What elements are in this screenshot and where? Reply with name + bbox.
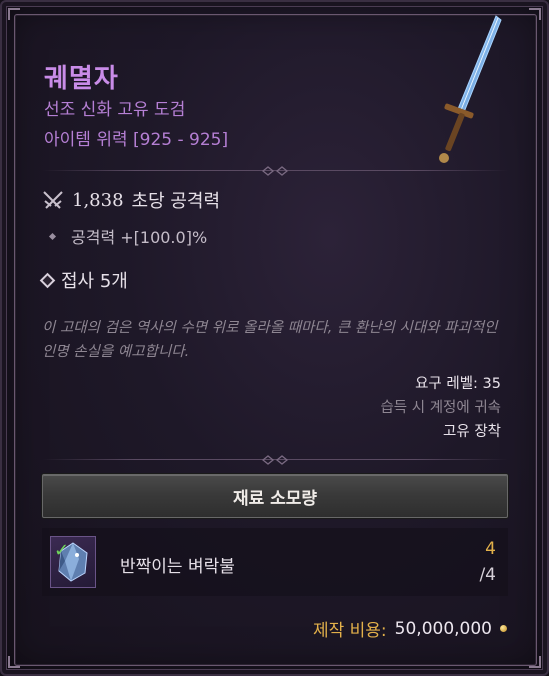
- required-level: 요구 레벨: 35: [415, 376, 501, 392]
- affix-bullet-icon: [48, 232, 57, 240]
- material-name: 반짝이는 벼락불: [120, 557, 235, 577]
- sword-icon: [439, 15, 502, 163]
- corner-ornament: [529, 656, 541, 668]
- dps-value: 1,838: [72, 189, 124, 211]
- item-power: 아이템 위력 [925 - 925]: [44, 130, 229, 150]
- dps-label: 초당 공격력: [131, 191, 221, 212]
- socket-icon: [39, 272, 56, 288]
- corner-ornament: [529, 8, 541, 20]
- cost-value: 50,000,000: [394, 618, 492, 639]
- gold-coin-icon: [500, 625, 507, 632]
- affix-line: 공격력 +[100.0]%: [48, 224, 208, 248]
- check-icon: ✓: [54, 540, 70, 561]
- equip-info: 고유 장착: [443, 424, 501, 440]
- cost-label: 제작 비용:: [312, 621, 387, 641]
- corner-ornament: [8, 8, 20, 20]
- material-row: ✓ 반짝이는 벼락불 4 /4: [42, 528, 508, 596]
- dps-stat: 1,838 초당 공격력: [42, 187, 220, 213]
- sockets-line: 접사 5개: [39, 267, 128, 293]
- material-need: /4: [479, 565, 496, 585]
- requirements: 요구 레벨: 35 습득 시 계정에 귀속 고유 장착: [380, 372, 501, 444]
- materials-cost-button[interactable]: 재료 소모량: [42, 474, 508, 518]
- corner-ornament: [8, 656, 20, 668]
- material-have: 4: [485, 539, 496, 559]
- divider: [42, 454, 508, 466]
- crafting-cost: 제작 비용: 50,000,000: [313, 616, 507, 641]
- item-tooltip: 궤멸자 선조 신화 고유 도검 아이템 위력 [925 - 925] 1,838…: [0, 0, 549, 676]
- bind-info: 습득 시 계정에 귀속: [380, 400, 501, 416]
- divider: [42, 165, 508, 177]
- crossed-swords-icon: [43, 191, 63, 209]
- item-type: 선조 신화 고유 도검: [44, 100, 186, 120]
- sockets-label: 접사 5개: [61, 271, 128, 292]
- flavor-text: 이 고대의 검은 역사의 수면 위로 올라올 때마다, 큰 환난의 시대와 파괴…: [42, 320, 498, 360]
- affix-text: 공격력 +[100.0]%: [71, 228, 208, 247]
- material-count: 4 /4: [479, 536, 496, 588]
- material-slot: ✓: [50, 536, 96, 588]
- item-name: 궤멸자: [44, 64, 119, 94]
